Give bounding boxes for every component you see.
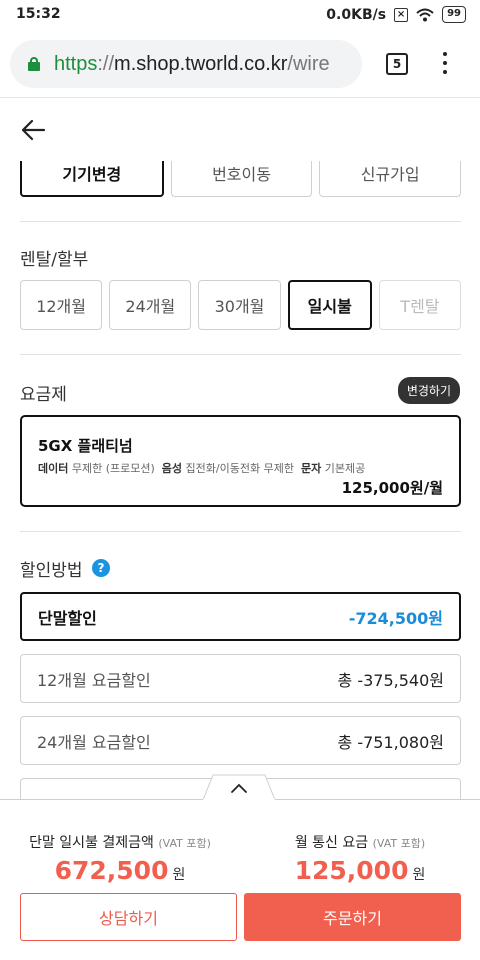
rental-section-title: 렌탈/할부	[20, 250, 89, 270]
section-divider	[20, 531, 461, 532]
page-header	[0, 99, 480, 161]
wifi-icon	[416, 8, 434, 21]
plan-section-title: 요금제	[20, 385, 67, 405]
url-separator: ://	[97, 52, 115, 75]
voice-label: 음성	[161, 462, 183, 475]
discount-amount: 총 -751,080원	[337, 732, 444, 752]
rental-option-24[interactable]: 24개월	[109, 280, 192, 330]
network-speed: 0.0KB/s	[326, 6, 387, 23]
vat-note: (VAT 포함)	[372, 837, 426, 850]
discount-section-title: 할인방법	[20, 561, 83, 581]
section-divider	[20, 354, 461, 355]
change-plan-button[interactable]: 변경하기	[397, 377, 460, 404]
tab-device-change[interactable]: 기기변경	[20, 161, 164, 197]
plan-price: 125,000원/월	[341, 479, 443, 497]
help-icon[interactable]: ?	[92, 559, 110, 577]
currency-unit: 원	[412, 867, 426, 883]
sms-value: 기본제공	[324, 462, 366, 475]
tab-new-subscription[interactable]: 신규가입	[319, 161, 462, 197]
more-menu-icon[interactable]	[438, 52, 452, 78]
order-button[interactable]: 주문하기	[244, 893, 461, 941]
no-sim-icon: ×	[394, 7, 409, 22]
monthly-fee-summary: 월 통신 요금 (VAT 포함) 125,000 원	[240, 832, 480, 885]
plan-card[interactable]: 5GX 플래티넘 데이터 무제한 (프로모션) 음성 집전화/이동전화 무제한 …	[20, 415, 461, 507]
section-divider	[20, 221, 461, 222]
expand-sheet-handle[interactable]	[203, 774, 275, 801]
consult-button[interactable]: 상담하기	[20, 893, 237, 941]
currency-unit: 원	[172, 867, 186, 883]
discount-label: 24개월 요금할인	[37, 732, 151, 752]
device-payment-label: 단말 일시불 결제금액 (VAT 포함)	[0, 832, 240, 852]
browser-toolbar: https://m.shop.tworld.co.kr/wire 5	[0, 30, 480, 98]
rental-option-t-rental: T렌탈	[378, 280, 462, 330]
rental-options: 12개월 24개월 30개월 일시불 T렌탈	[20, 280, 462, 330]
discount-option-device[interactable]: 단말할인 -724,500원	[20, 592, 461, 641]
sms-label: 문자	[300, 462, 322, 475]
discount-label: 12개월 요금할인	[37, 670, 151, 690]
monthly-fee-amount: 125,000 원	[240, 856, 480, 885]
monthly-fee-label: 월 통신 요금 (VAT 포함)	[240, 832, 480, 852]
discount-option-24-month[interactable]: 24개월 요금할인 총 -751,080원	[20, 716, 461, 765]
plan-details: 데이터 무제한 (프로모션) 음성 집전화/이동전화 무제한 문자 기본제공	[38, 460, 365, 476]
data-label: 데이터	[38, 462, 69, 475]
device-payment-summary: 단말 일시불 결제금액 (VAT 포함) 672,500 원	[0, 832, 240, 885]
discount-option-12-month[interactable]: 12개월 요금할인 총 -375,540원	[20, 654, 461, 703]
voice-value: 집전화/이동전화 무제한	[185, 462, 294, 475]
tab-count-button[interactable]: 5	[386, 53, 408, 75]
rental-option-12[interactable]: 12개월	[20, 280, 103, 330]
rental-option-lump-sum[interactable]: 일시불	[287, 280, 372, 330]
data-value: 무제한 (프로모션)	[71, 462, 155, 475]
product-options: 기기변경 번호이동 신규가입 렌탈/할부 12개월 24개월 30개월 일시불 …	[0, 161, 480, 801]
device-payment-value: 672,500	[54, 856, 169, 885]
tab-number-port[interactable]: 번호이동	[170, 161, 313, 197]
url-host: m.shop.tworld.co.kr	[114, 52, 288, 75]
device-payment-title: 단말 일시불 결제금액	[29, 835, 154, 851]
status-icons: 0.0KB/s × 99	[326, 6, 466, 23]
join-type-tabs: 기기변경 번호이동 신규가입	[20, 161, 462, 197]
device-payment-amount: 672,500 원	[0, 856, 240, 885]
rental-option-30[interactable]: 30개월	[198, 280, 281, 330]
url-path: /wire	[287, 52, 330, 75]
vat-note: (VAT 포함)	[158, 837, 211, 850]
plan-name: 5GX 플래티넘	[38, 437, 133, 455]
battery-icon: 99	[442, 6, 466, 23]
status-time: 15:32	[16, 6, 61, 22]
lock-icon	[28, 57, 40, 71]
url-scheme: https	[54, 52, 98, 75]
discount-amount: 총 -375,540원	[337, 670, 444, 690]
back-arrow-icon[interactable]	[20, 117, 46, 143]
discount-label: 단말할인	[38, 608, 97, 628]
monthly-fee-value: 125,000	[294, 856, 409, 885]
monthly-fee-title: 월 통신 요금	[294, 835, 369, 851]
discount-amount: -724,500원	[348, 608, 443, 628]
address-bar[interactable]: https://m.shop.tworld.co.kr/wire	[10, 40, 362, 88]
status-bar: 15:32 0.0KB/s × 99	[0, 0, 480, 30]
